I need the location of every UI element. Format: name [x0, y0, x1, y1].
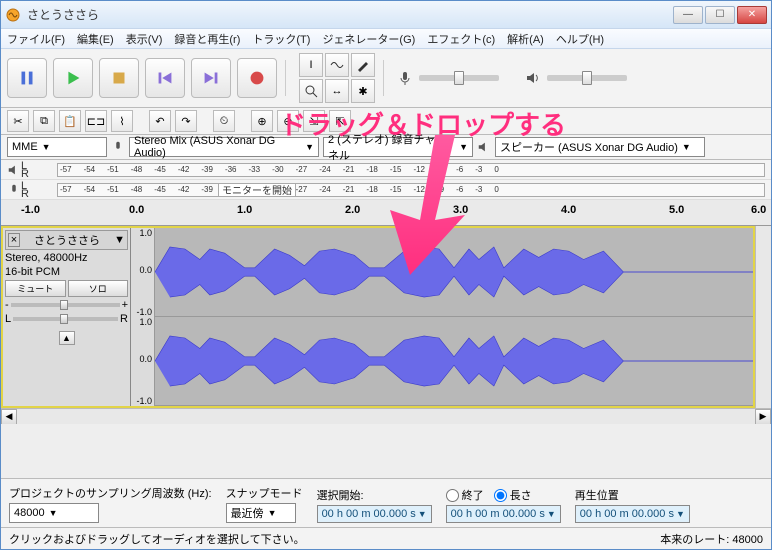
undo-button[interactable]: ↶: [149, 110, 171, 132]
redo-button[interactable]: ↷: [175, 110, 197, 132]
sync-lock-button[interactable]: ⏲: [213, 110, 235, 132]
pause-button[interactable]: [7, 58, 47, 98]
close-button[interactable]: ✕: [737, 6, 767, 24]
zoom-tool[interactable]: [299, 79, 323, 103]
play-button[interactable]: [53, 58, 93, 98]
selection-tool[interactable]: I: [299, 53, 323, 77]
stop-button[interactable]: [99, 58, 139, 98]
end-radio[interactable]: 終了: [446, 487, 484, 503]
track-format: Stereo, 48000Hz: [5, 252, 128, 264]
play-position-time[interactable]: 00 h 00 m 00.000 s▼: [575, 505, 690, 523]
multi-tool[interactable]: ✱: [351, 79, 375, 103]
zoom-out-button[interactable]: ⊖: [277, 110, 299, 132]
menu-file[interactable]: ファイル(F): [7, 31, 65, 47]
audio-host-combo[interactable]: MME▼: [7, 137, 107, 157]
scroll-left-button[interactable]: ◀: [1, 409, 17, 425]
track-area: × さとうささら ▼ Stereo, 48000Hz 16-bit PCM ミュ…: [1, 226, 755, 408]
transport-toolbar: I ↔ ✱: [1, 49, 771, 108]
snap-combo[interactable]: 最近傍▼: [226, 503, 296, 523]
record-meter[interactable]: LR モニターを開始 -57-54-51-48-45-42-39-36-33-3…: [1, 180, 771, 200]
selection-toolbar: プロジェクトのサンプリング周波数 (Hz): 48000▼ スナップモード 最近…: [1, 478, 771, 527]
vertical-scrollbar[interactable]: [755, 226, 771, 408]
app-icon: [5, 7, 21, 23]
titlebar[interactable]: さとうささら — ☐ ✕: [1, 1, 771, 29]
sample-rate-label: プロジェクトのサンプリング周波数 (Hz):: [9, 485, 212, 501]
zoom-in-button[interactable]: ⊕: [251, 110, 273, 132]
silence-button[interactable]: ⌇: [111, 110, 133, 132]
cut-button[interactable]: ✂: [7, 110, 29, 132]
collapse-button[interactable]: ▲: [59, 331, 75, 345]
solo-button[interactable]: ソロ: [68, 280, 129, 297]
window-title: さとうささら: [27, 6, 673, 23]
mute-button[interactable]: ミュート: [5, 280, 66, 297]
record-volume-slider[interactable]: [419, 75, 499, 81]
envelope-tool[interactable]: [325, 53, 349, 77]
record-button[interactable]: [237, 58, 277, 98]
microphone-icon: [397, 70, 413, 86]
skip-start-button[interactable]: [145, 58, 185, 98]
monitor-start-label[interactable]: モニターを開始: [218, 183, 296, 197]
sample-rate-combo[interactable]: 48000▼: [9, 503, 99, 523]
menu-analyze[interactable]: 解析(A): [507, 31, 544, 47]
menu-help[interactable]: ヘルプ(H): [556, 31, 604, 47]
playback-meter[interactable]: LR -57-54-51-48-45-42-39-36-33-30-27-24-…: [1, 160, 771, 180]
menu-generate[interactable]: ジェネレーター(G): [322, 31, 415, 47]
copy-button[interactable]: ⧉: [33, 110, 55, 132]
speaker-icon: [477, 140, 491, 154]
microphone-icon: [111, 140, 125, 154]
track-bitdepth: 16-bit PCM: [5, 266, 128, 278]
menu-track[interactable]: トラック(T): [252, 31, 310, 47]
length-radio[interactable]: 長さ: [494, 487, 532, 503]
status-message: クリックおよびドラッグしてオーディオを選択して下さい。: [9, 531, 305, 547]
timeshift-tool[interactable]: ↔: [325, 79, 349, 103]
scroll-right-button[interactable]: ▶: [755, 409, 771, 425]
paste-button[interactable]: 📋: [59, 110, 81, 132]
track-control-panel: × さとうささら ▼ Stereo, 48000Hz 16-bit PCM ミュ…: [3, 228, 131, 406]
fit-selection-button[interactable]: ⇲: [303, 110, 325, 132]
gain-slider[interactable]: [11, 303, 120, 307]
selection-start-label: 選択開始:: [317, 487, 432, 503]
selection-end-time[interactable]: 00 h 00 m 00.000 s▼: [446, 505, 561, 523]
output-device-combo[interactable]: スピーカー (ASUS Xonar DG Audio)▼: [495, 137, 705, 157]
play-position-label: 再生位置: [575, 487, 690, 503]
trim-button[interactable]: ⊏⊐: [85, 110, 107, 132]
menu-effect[interactable]: エフェクト(c): [427, 31, 495, 47]
channels-combo[interactable]: 2 (ステレオ) 録音チャンネル▼: [323, 137, 473, 157]
selection-start-time[interactable]: 00 h 00 m 00.000 s▼: [317, 505, 432, 523]
skip-end-button[interactable]: [191, 58, 231, 98]
menu-record[interactable]: 録音と再生(r): [174, 31, 240, 47]
menubar: ファイル(F) 編集(E) 表示(V) 録音と再生(r) トラック(T) ジェネ…: [1, 29, 771, 49]
horizontal-scrollbar[interactable]: ◀ ▶: [1, 408, 771, 424]
device-toolbar: MME▼ Stereo Mix (ASUS Xonar DG Audio)▼ 2…: [1, 135, 771, 160]
playback-volume-slider[interactable]: [547, 75, 627, 81]
track-close-button[interactable]: ×: [8, 233, 20, 247]
track-name[interactable]: さとうささら: [20, 232, 114, 248]
draw-tool[interactable]: [351, 53, 375, 77]
actual-rate: 本来のレート: 48000: [660, 531, 763, 547]
minimize-button[interactable]: —: [673, 6, 703, 24]
statusbar: クリックおよびドラッグしてオーディオを選択して下さい。 本来のレート: 4800…: [1, 527, 771, 549]
menu-view[interactable]: 表示(V): [126, 31, 163, 47]
speaker-icon: [525, 70, 541, 86]
microphone-icon: [7, 183, 21, 197]
app-window: さとうささら — ☐ ✕ ファイル(F) 編集(E) 表示(V) 録音と再生(r…: [0, 0, 772, 550]
fit-project-button[interactable]: ⇱: [329, 110, 351, 132]
waveform-display[interactable]: [155, 228, 753, 406]
maximize-button[interactable]: ☐: [705, 6, 735, 24]
input-device-combo[interactable]: Stereo Mix (ASUS Xonar DG Audio)▼: [129, 137, 319, 157]
tools-grid: I ↔ ✱: [299, 53, 375, 103]
timeline-ruler[interactable]: -1.00.01.02.03.04.05.06.0: [1, 200, 771, 226]
speaker-icon: [7, 163, 21, 177]
pan-slider[interactable]: [13, 317, 118, 321]
wave-axis: 1.0 0.0 -1.0 1.0 0.0 -1.0: [131, 228, 155, 406]
menu-edit[interactable]: 編集(E): [77, 31, 114, 47]
snap-label: スナップモード: [226, 485, 303, 501]
track-menu-button[interactable]: ▼: [114, 234, 125, 246]
